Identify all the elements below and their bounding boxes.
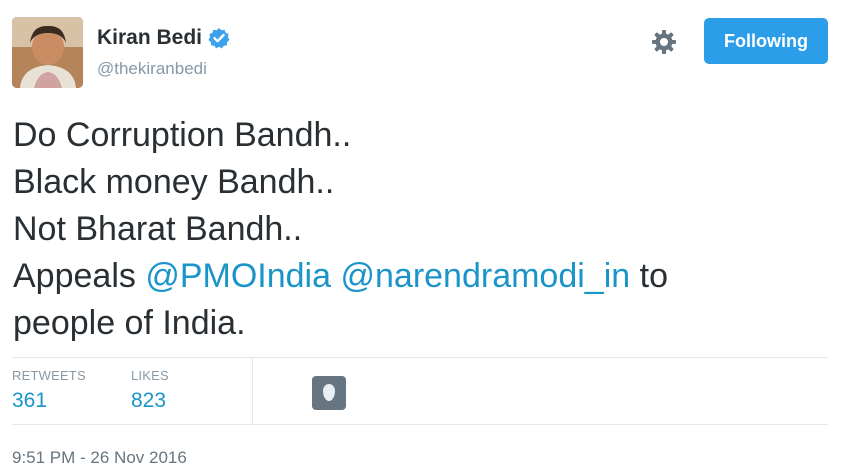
- author-display-name[interactable]: Kiran Bedi: [97, 26, 202, 50]
- stats-separator: [252, 358, 253, 424]
- tweet-text-fragment: to: [630, 257, 668, 295]
- author-name-row: Kiran Bedi: [97, 26, 230, 50]
- tweet-text-fragment: Appeals: [13, 257, 146, 295]
- tweet-stats: RETWEETS 361 LIKES 823: [12, 358, 828, 424]
- tweet-header: Kiran Bedi @thekiranbedi Following: [12, 17, 838, 89]
- likes-stat[interactable]: LIKES 823: [131, 368, 169, 413]
- author-handle[interactable]: @thekiranbedi: [97, 59, 207, 79]
- tweet-line: Do Corruption Bandh..: [13, 116, 352, 154]
- avatar-photo: [12, 17, 83, 88]
- gear-icon[interactable]: [650, 28, 678, 56]
- mention-link-narendramodi[interactable]: @narendramodi_in: [340, 257, 630, 295]
- likes-count: 823: [131, 389, 167, 412]
- likes-label: LIKES: [131, 368, 169, 383]
- verified-badge-icon: [208, 27, 230, 49]
- mention-link-pmoindia[interactable]: @PMOIndia: [145, 257, 331, 295]
- tweet-line-with-mentions: Appeals @PMOIndia @narendramodi_in to: [13, 253, 833, 300]
- divider: [12, 424, 828, 425]
- following-button[interactable]: Following: [704, 18, 828, 64]
- retweets-label: RETWEETS: [12, 368, 86, 383]
- tweet-text: Do Corruption Bandh.. Black money Bandh.…: [13, 112, 833, 347]
- tweet-line: Black money Bandh..: [13, 163, 335, 201]
- retweets-count: 361: [12, 389, 48, 412]
- tweet-line: people of India.: [13, 304, 246, 342]
- retweets-stat[interactable]: RETWEETS 361: [12, 368, 86, 413]
- avatar[interactable]: [12, 17, 83, 88]
- tweet-timestamp[interactable]: 9:51 PM - 26 Nov 2016: [12, 448, 187, 468]
- default-avatar-icon[interactable]: [312, 376, 346, 410]
- tweet-line: Not Bharat Bandh..: [13, 210, 303, 248]
